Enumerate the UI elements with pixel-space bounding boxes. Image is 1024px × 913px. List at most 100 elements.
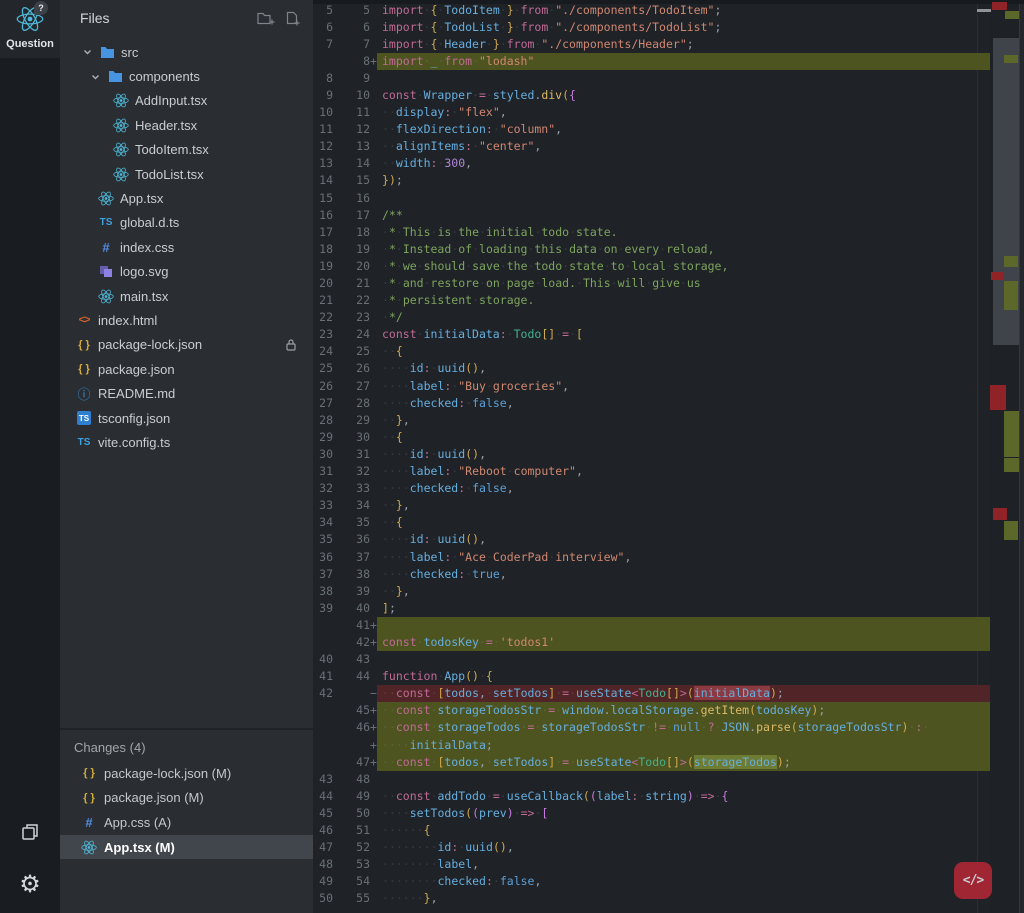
code-text: ··const·addTodo·=·useCallback((label:·st… (377, 788, 990, 805)
changes-list-item[interactable]: { }package.json (M) (60, 786, 313, 811)
new-file-icon[interactable] (286, 11, 300, 31)
file-tree-item[interactable]: #index.css (60, 235, 313, 259)
settings-gear-icon[interactable]: ⚙ (0, 873, 60, 897)
code-line[interactable]: 4954········checked:·false, (313, 873, 990, 890)
code-line[interactable]: 910const·Wrapper·=·styled.div({ (313, 87, 990, 104)
code-line[interactable]: 42−··const·[todos,·setTodos]·=·useState<… (313, 685, 990, 702)
code-line[interactable]: 4144function·App()·{ (313, 668, 990, 685)
diff-sign (370, 497, 377, 514)
file-name: AddInput.tsx (135, 93, 207, 108)
file-tree-item[interactable]: TSglobal.d.ts (60, 211, 313, 235)
code-runner-button[interactable]: </> (954, 862, 992, 899)
code-line[interactable]: 2122·*·persistent·storage. (313, 292, 990, 309)
code-line[interactable]: 3334··}, (313, 497, 990, 514)
code-line[interactable]: +····initialData; (313, 737, 990, 754)
code-line[interactable]: 4651······{ (313, 822, 990, 839)
diff-sign (370, 172, 377, 189)
code-line[interactable]: 5055······}, (313, 890, 990, 907)
code-text: ·*·we·should·save·the·todo·state·to·loca… (377, 258, 990, 275)
code-line[interactable]: 2425··{ (313, 343, 990, 360)
copy-icon[interactable] (0, 822, 60, 847)
code-text: ········checked:·false, (377, 873, 990, 890)
code-line[interactable]: 3940]; (313, 600, 990, 617)
code-line[interactable]: 1011··display:·"flex", (313, 104, 990, 121)
code-line[interactable]: 41+ (313, 617, 990, 634)
file-tree-item[interactable]: TStsconfig.json (60, 406, 313, 430)
code-line[interactable]: 3637····label:·"Ace·CoderPad·interview", (313, 549, 990, 566)
code-line[interactable]: 66import·{·TodoList·}·from·"./components… (313, 19, 990, 36)
file-tree-item[interactable]: TodoItem.tsx (60, 138, 313, 162)
code-line[interactable]: 2930··{ (313, 429, 990, 446)
code-line[interactable]: 2627····label:·"Buy·groceries", (313, 378, 990, 395)
code-line[interactable]: 46+··const·storageTodos·=·storageTodosSt… (313, 719, 990, 736)
code-line[interactable]: 45+··const·storageTodosStr·=·window.loca… (313, 702, 990, 719)
code-line[interactable]: 8+import·_·from·"lodash" (313, 53, 990, 70)
code-line[interactable]: 55import·{·TodoItem·}·from·"./components… (313, 2, 990, 19)
code-line[interactable]: 4752········id:·uuid(), (313, 839, 990, 856)
code-line[interactable]: 2223·*/ (313, 309, 990, 326)
code-line[interactable]: 4043 (313, 651, 990, 668)
code-line[interactable]: 1314··width:·300, (313, 155, 990, 172)
new-line-number: 34 (333, 497, 370, 514)
code-line[interactable]: 4449··const·addTodo·=·useCallback((label… (313, 788, 990, 805)
old-line-number: 44 (313, 788, 333, 805)
code-line[interactable]: 2829··}, (313, 412, 990, 429)
new-line-number: 39 (333, 583, 370, 600)
file-tree-item[interactable]: AddInput.tsx (60, 89, 313, 113)
code-line[interactable]: 3738····checked:·true, (313, 566, 990, 583)
code-editor[interactable]: 55import·{·TodoItem·}·from·"./components… (313, 0, 990, 913)
file-tree-item[interactable]: ⓘREADME.md (60, 381, 313, 405)
code-line[interactable]: 3435··{ (313, 514, 990, 531)
code-line[interactable]: 2021·*·and·restore·on·page·load.·This·wi… (313, 275, 990, 292)
code-line[interactable]: 4550····setTodos((prev)·=>·[ (313, 805, 990, 822)
scrollbar-thumb[interactable] (993, 38, 1019, 345)
changes-list-item[interactable]: { }package-lock.json (M) (60, 761, 313, 786)
code-line[interactable]: 3233····checked:·false, (313, 480, 990, 497)
code-line[interactable]: 89 (313, 70, 990, 87)
changes-panel-title: Changes (4) (74, 740, 313, 755)
file-tree-item[interactable]: main.tsx (60, 284, 313, 308)
file-tree-item[interactable]: TSvite.config.ts (60, 430, 313, 454)
code-line[interactable]: 47+··const·[todos,·setTodos]·=·useState<… (313, 754, 990, 771)
file-tree-item[interactable]: logo.svg (60, 260, 313, 284)
diff-sign (370, 395, 377, 412)
file-tree-item[interactable]: TodoList.tsx (60, 162, 313, 186)
code-line[interactable]: 1819·*·Instead·of·loading·this·data·on·e… (313, 241, 990, 258)
chevron-down-icon[interactable] (90, 72, 101, 82)
code-line[interactable]: 4853········label, (313, 856, 990, 873)
file-tree-item[interactable]: { }package.json (60, 357, 313, 381)
code-line[interactable]: 1617/** (313, 207, 990, 224)
code-line[interactable]: 4348 (313, 771, 990, 788)
code-line[interactable]: 3132····label:·"Reboot·computer", (313, 463, 990, 480)
chevron-down-icon[interactable] (82, 47, 93, 57)
diff-sign (370, 292, 377, 309)
code-line[interactable]: 1213··alignItems:·"center", (313, 138, 990, 155)
code-line[interactable]: 2728····checked:·false, (313, 395, 990, 412)
file-tree-item[interactable]: Header.tsx (60, 113, 313, 137)
diff-sign (370, 87, 377, 104)
code-line[interactable]: 3536····id:·uuid(), (313, 531, 990, 548)
file-tree-item[interactable]: src (60, 40, 313, 64)
new-folder-icon[interactable] (257, 11, 275, 31)
code-line[interactable]: 3839··}, (313, 583, 990, 600)
diff-sign (370, 360, 377, 377)
question-tab[interactable]: ? Question (0, 0, 60, 58)
file-tree-item[interactable]: { }package-lock.json (60, 333, 313, 357)
changes-list-item[interactable]: #App.css (A) (60, 810, 313, 835)
code-line[interactable]: 2324const·initialData:·Todo[]·=·[ (313, 326, 990, 343)
code-line[interactable]: 77import·{·Header·}·from·"./components/H… (313, 36, 990, 53)
code-line[interactable]: 2526····id:·uuid(), (313, 360, 990, 377)
code-line[interactable]: 42+const·todosKey·=·'todos1' (313, 634, 990, 651)
file-tree-item[interactable]: components (60, 64, 313, 88)
file-tree-item[interactable]: App.tsx (60, 186, 313, 210)
code-line[interactable]: 1415}); (313, 172, 990, 189)
file-tree-item[interactable]: <>index.html (60, 308, 313, 332)
new-line-number: 55 (333, 890, 370, 907)
code-line[interactable]: 1718·*·This·is·the·initial·todo·state. (313, 224, 990, 241)
code-line[interactable]: 1112··flexDirection:·"column", (313, 121, 990, 138)
changes-list-item[interactable]: App.tsx (M) (60, 835, 313, 860)
code-text: ··}, (377, 497, 990, 514)
code-line[interactable]: 3031····id:·uuid(), (313, 446, 990, 463)
code-line[interactable]: 1920·*·we·should·save·the·todo·state·to·… (313, 258, 990, 275)
code-line[interactable]: 1516 (313, 190, 990, 207)
